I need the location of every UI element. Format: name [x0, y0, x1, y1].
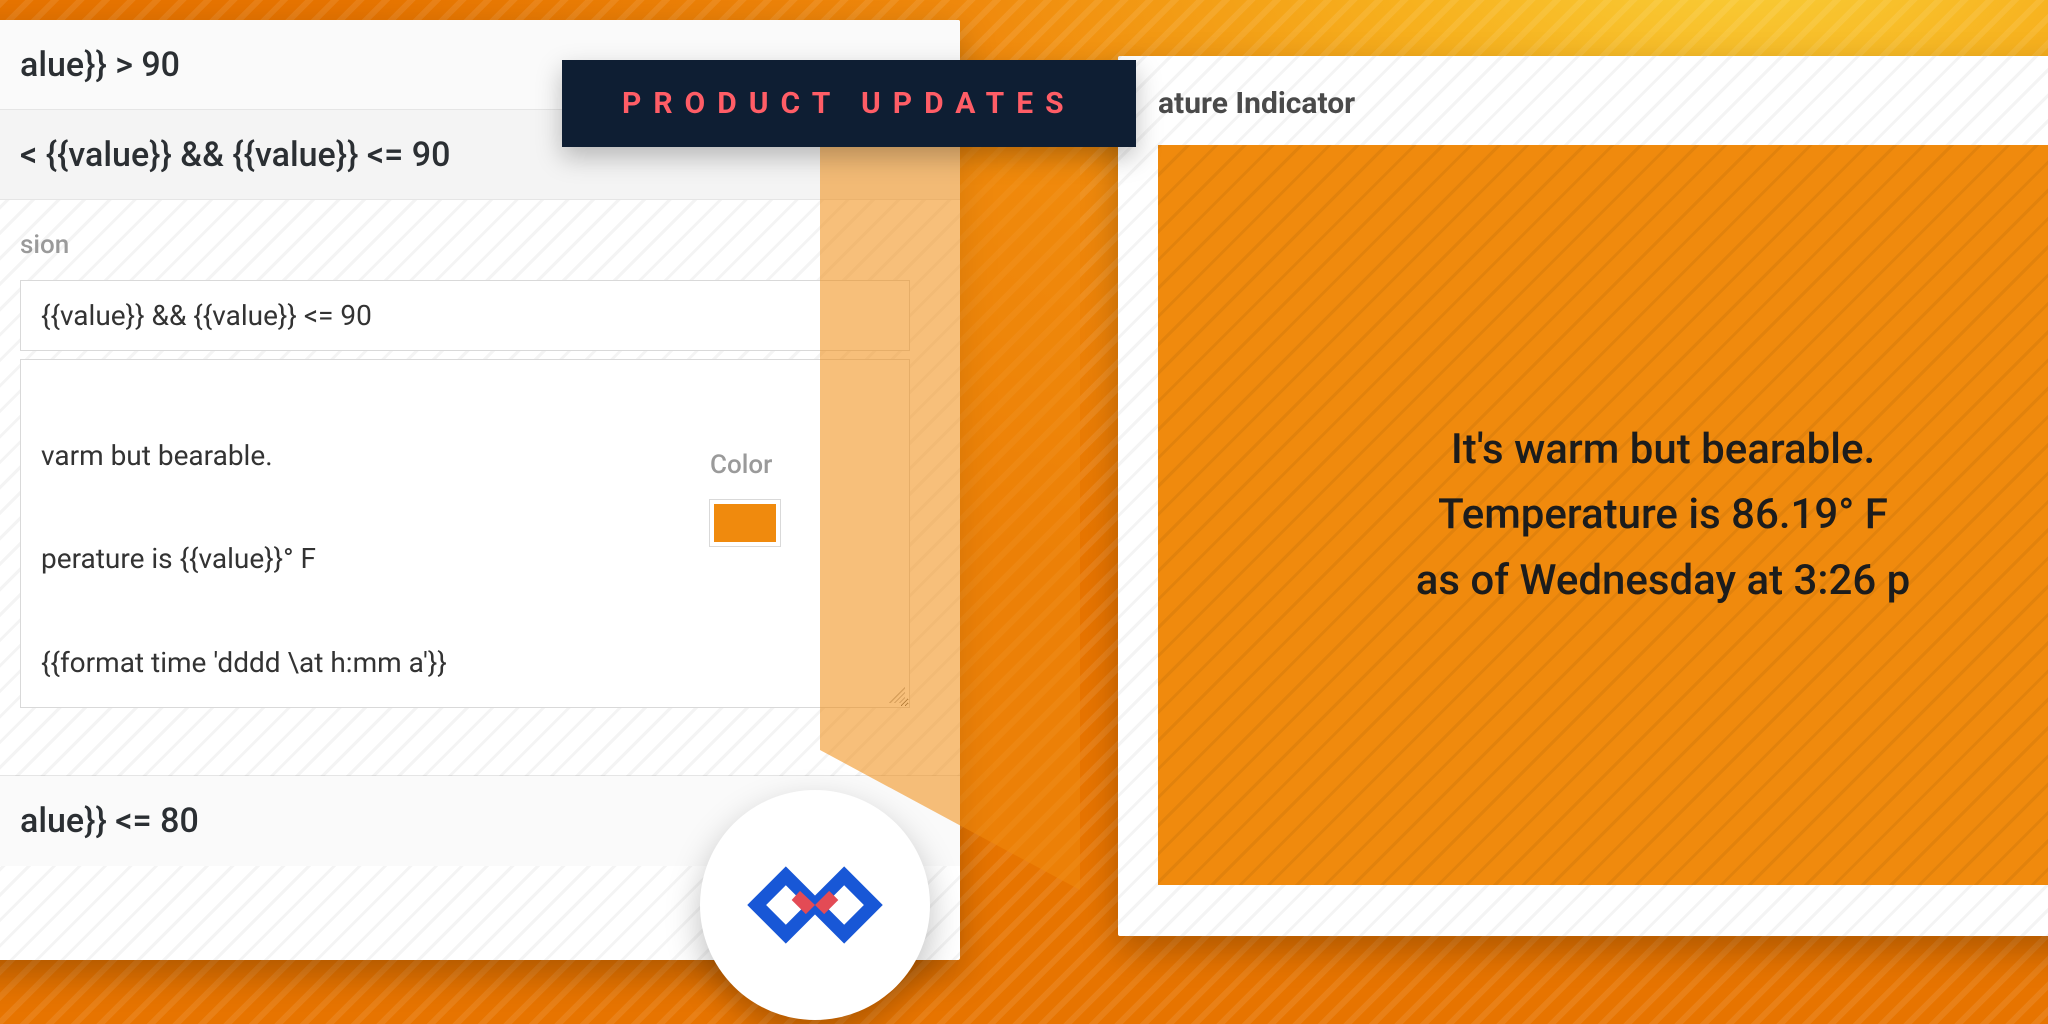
template-value: varm but bearable. perature is {{value}}…: [41, 439, 447, 679]
expression-value: {{value}} && {{value}} <= 90: [41, 299, 372, 332]
divider: [0, 716, 960, 776]
preview-panel: It's warm but bearable. Temperature is 8…: [1158, 145, 2048, 885]
preview-text: It's warm but bearable. Temperature is 8…: [1416, 417, 1911, 612]
color-area: Color: [710, 450, 890, 546]
rule-text: alue}} > 90: [20, 45, 180, 85]
section-label: sion: [0, 200, 960, 272]
preview-title: ature Indicator: [1118, 56, 2048, 145]
color-swatch[interactable]: [710, 500, 780, 546]
stage: alue}} > 90 < {{value}} && {{value}} <= …: [0, 0, 2048, 1024]
color-label: Color: [710, 450, 890, 480]
logo-disc: [700, 790, 930, 1020]
expression-input[interactable]: {{value}} && {{value}} <= 90: [20, 280, 910, 351]
rule-text: alue}} <= 80: [20, 801, 199, 841]
product-updates-badge: PRODUCT UPDATES: [562, 60, 1136, 147]
infinity-logo-icon: [740, 860, 890, 950]
preview-card: ature Indicator It's warm but bearable. …: [1118, 56, 2048, 936]
rule-text: < {{value}} && {{value}} <= 90: [20, 135, 450, 175]
